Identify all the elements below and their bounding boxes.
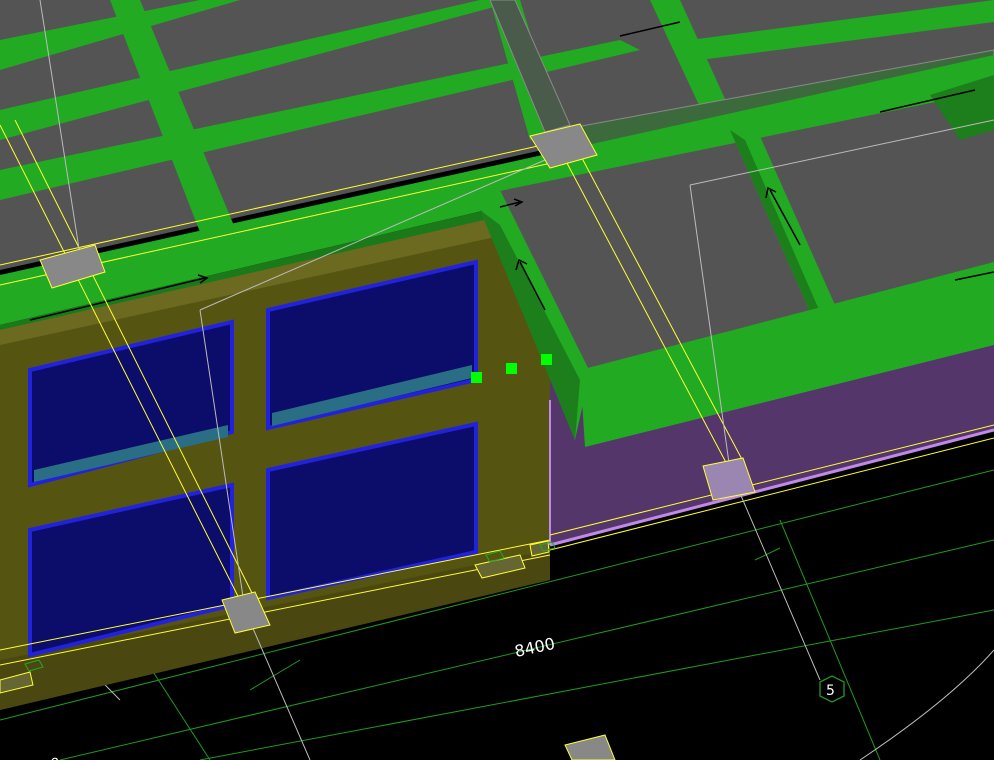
model-scene[interactable]: 8400 5 8 [0, 0, 994, 760]
grip-2[interactable] [506, 363, 517, 374]
grid-bubble-label: 5 [826, 683, 835, 699]
grip-1[interactable] [471, 372, 482, 383]
grip-3[interactable] [541, 354, 552, 365]
3d-model-viewport[interactable]: 8400 5 8 [0, 0, 994, 760]
